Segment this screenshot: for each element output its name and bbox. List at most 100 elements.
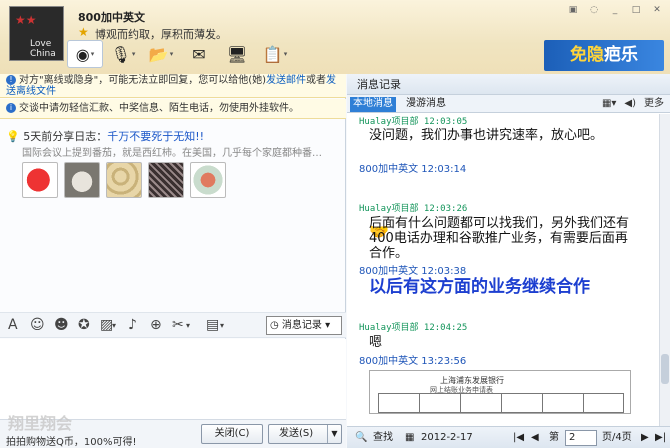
chevron-down-icon[interactable]: ▾ (186, 321, 190, 330)
shake-icon[interactable]: ✪ (78, 317, 90, 333)
minimize-button[interactable]: _ (606, 3, 624, 17)
folder-icon: 📂 (148, 44, 169, 64)
bulb-icon: 💡 (6, 130, 20, 143)
more-button[interactable]: 更多 (644, 96, 664, 112)
magic-face-icon[interactable]: ☻ (54, 317, 69, 333)
contact-name[interactable]: 800加中英文 (78, 9, 145, 25)
bottom-bar: 翔里翔会 拍拍购物送Q币，100%可得! 关闭(C) 发送(S) ▼ (0, 414, 346, 448)
chevron-down-icon: ▾ (169, 50, 174, 58)
input-toolbar: A ☺ ☻ ✪ ▨ ▾ ♪ ⊕ ✂ ▾ ▤ ▾ ◷ 消息记录 ▾ (0, 312, 346, 338)
message-text: 没问题，我们办事也讲究速率，放心吧。 (369, 128, 604, 143)
offline-notice: ! 对方"离线或隐身"，可能无法立即回复，您可以给他(她)发送邮件或者发送离线文件 (0, 74, 346, 98)
send-label: 发送(S) (279, 428, 314, 439)
message-sender: Hualay项目部 12:03:05 (359, 117, 468, 127)
emoji-icon[interactable]: ☺ (30, 317, 45, 333)
offline-notice-text: 对方"离线或隐身"，可能无法立即回复，您可以给他(她) (19, 75, 267, 86)
first-page-button[interactable]: |◀ (513, 427, 524, 448)
close-window-button[interactable]: ✕ (648, 3, 666, 17)
message-sender: 800加中英文 12:03:14 (359, 164, 467, 175)
history-scrollbar[interactable] (659, 114, 670, 426)
search-icon[interactable]: 🔍 (355, 427, 367, 448)
calendar-icon: 📋 (262, 44, 283, 64)
font-icon[interactable]: A (8, 317, 18, 333)
garlic-thumbnail[interactable] (64, 162, 100, 198)
shared-log-summary: 国际会议上提到番茄，就是西红柿。在美国，几乎每个家庭都种番… (22, 148, 322, 159)
speaker-icon[interactable]: ◀) (624, 96, 636, 112)
window-controls: ▣ ◌ _ □ ✕ (564, 3, 666, 17)
message-sender: Hualay项目部 12:04:25 (359, 323, 468, 333)
tab-local-messages[interactable]: 本地消息 (350, 97, 396, 112)
microphone-icon: 🎙 (110, 44, 131, 64)
seeds-thumbnail[interactable] (148, 162, 184, 198)
file-transfer-button[interactable]: 📂 ▾ (143, 40, 179, 68)
tab-roaming-messages[interactable]: 漫游消息 (403, 97, 449, 112)
page-prefix: 第 (549, 432, 559, 443)
qq-chat-window: ★★ Love China 800加中英文 ★ 博观而约取，厚积而薄发。 ▣ ◌… (0, 0, 670, 448)
sms-button[interactable]: ✉ (181, 40, 217, 68)
sms-icon: ✉ (192, 44, 206, 64)
gift-icon[interactable]: ⊕ (150, 317, 162, 333)
voice-call-button[interactable]: 🎙 ▾ (105, 40, 141, 68)
video-icon: ◉ (75, 44, 90, 64)
close-button[interactable]: 关闭(C) (201, 424, 263, 444)
shared-log: 💡 5天前分享日志：千万不要死于无知!! (6, 128, 204, 144)
promo-banner[interactable]: 免隐疤乐 (544, 40, 664, 71)
avatar[interactable]: ★★ Love China (9, 6, 64, 61)
avatar-text: Love China (30, 39, 56, 59)
message-sender: 800加中英文 12:03:38 (359, 266, 467, 277)
send-email-link[interactable]: 发送邮件 (266, 75, 306, 86)
message-input[interactable] (0, 339, 346, 419)
last-page-button[interactable]: ▶| (655, 427, 666, 448)
shared-log-title[interactable]: 千万不要死于无知!! (107, 130, 204, 143)
message-log-label: 消息记录 (281, 320, 322, 331)
search-label[interactable]: 查找 (373, 427, 393, 448)
ad-text[interactable]: 拍拍购物送Q币，100%可得! (6, 433, 136, 448)
next-page-button[interactable]: ▶ (641, 427, 649, 448)
remote-assist-button[interactable]: 🖥 (219, 40, 255, 68)
scroll-thumb[interactable] (661, 354, 669, 384)
video-call-button[interactable]: ◉ ▾ (67, 40, 103, 68)
message-sender: 800加中英文 13:23:56 (359, 356, 467, 367)
tomato-thumbnail[interactable] (22, 162, 58, 198)
star-icon: ★ (78, 25, 89, 39)
screenshot-icon[interactable]: ✂ (172, 317, 184, 333)
chat-toolbar: ◉ ▾ 🎙 ▾ 📂 ▾ ✉ 🖥 📋 ▾ (67, 40, 293, 68)
send-button[interactable]: 发送(S) ▼ (268, 424, 342, 444)
stars-icon: ★★ (15, 13, 37, 27)
prev-page-button[interactable]: ◀ (531, 427, 539, 448)
history-tabs: 本地消息 漫游消息 ▦▾ ◀) 更多 (347, 95, 670, 113)
promo-text: 疤乐 (604, 45, 638, 65)
page-number-input[interactable]: 2 (565, 430, 597, 446)
promo-prefix: 免隐 (570, 45, 604, 65)
monitor-icon: 🖥 (226, 44, 248, 64)
security-notice: i 交谈中请勿轻信汇款、中奖信息、陌生电话，勿使用外挂软件。 (0, 99, 346, 119)
shared-log-prefix: 5天前分享日志： (23, 130, 108, 143)
history-actions: ▦▾ ◀) 更多 (602, 96, 664, 112)
settings-icon[interactable]: ◌ (585, 3, 603, 17)
clipboard-icon[interactable]: ▤ (206, 317, 219, 333)
history-date[interactable]: 2012-2-17 (421, 427, 473, 448)
page-suffix: 页/4页 (602, 432, 632, 443)
nuts-thumbnail[interactable] (106, 162, 142, 198)
ad-logo: 翔里翔会 (8, 414, 73, 433)
message-text: 以后有这方面的业务继续合作 (369, 277, 590, 297)
history-pane: 消息记录 本地消息 漫游消息 ▦▾ ◀) 更多 Hualay项目部 12:03:… (347, 74, 670, 448)
app-button[interactable]: 📋 ▾ (257, 40, 293, 68)
chevron-down-icon[interactable]: ▾ (112, 321, 116, 330)
clock-icon: ◷ (270, 320, 282, 331)
maximize-button[interactable]: □ (627, 3, 645, 17)
message-log-button[interactable]: ◷ 消息记录 ▾ (266, 316, 342, 335)
chevron-down-icon[interactable]: ▾ (220, 321, 224, 330)
chevron-down-icon[interactable]: ▼ (327, 425, 341, 443)
message-text: 嗯 (369, 335, 383, 350)
message-sender: Hualay项目部 12:03:26 (359, 204, 468, 214)
security-notice-text: 交谈中请勿轻信汇款、中奖信息、陌生电话，勿使用外挂软件。 (19, 103, 299, 114)
calendar-icon[interactable]: ▦ (405, 427, 414, 448)
music-icon[interactable]: ♪ (128, 317, 137, 333)
dish-thumbnail[interactable] (190, 162, 226, 198)
history-footer: 🔍 查找 ▦ 2012-2-17 |◀ ◀ 第 2 页/4页 ▶ ▶| (347, 426, 670, 448)
contacts-icon[interactable]: ▦▾ (602, 96, 616, 112)
skin-icon[interactable]: ▣ (564, 3, 582, 17)
history-header: 消息记录 (347, 74, 670, 95)
document-image[interactable]: 上海浦东发展银行 网上结账业务申请表 (369, 370, 631, 414)
